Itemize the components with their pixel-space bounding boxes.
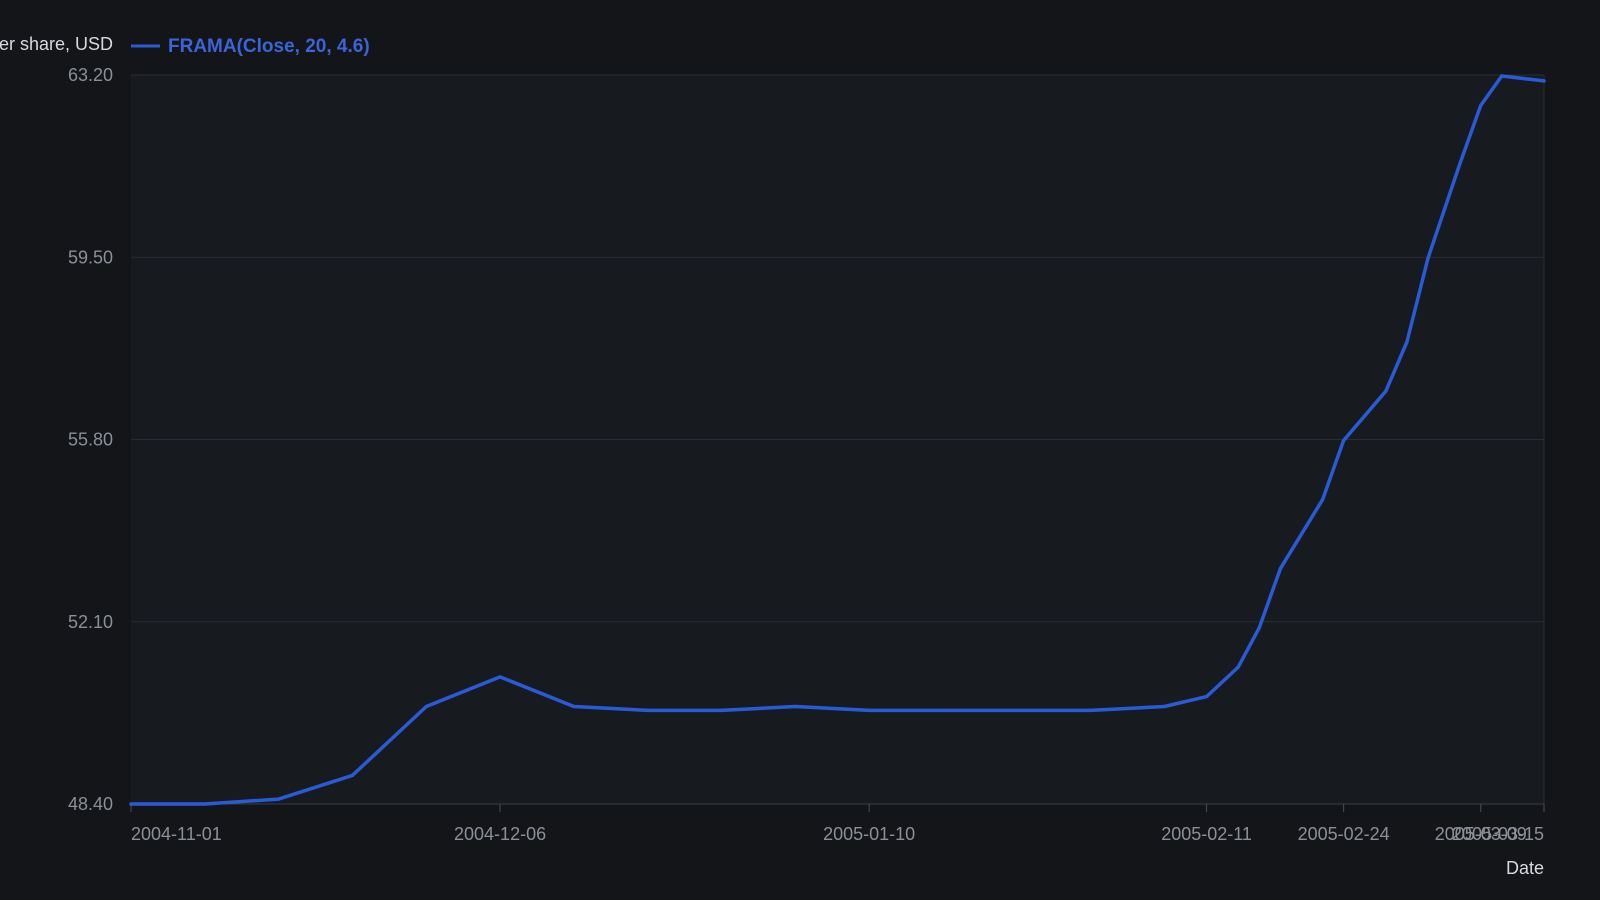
data-point [719, 708, 724, 713]
y-tick-label: 52.10 [68, 612, 113, 632]
data-point [1342, 438, 1346, 443]
data-point [1204, 695, 1209, 699]
data-point [203, 802, 207, 806]
data-point [1320, 497, 1325, 502]
y-tick-label: 48.40 [68, 794, 113, 814]
data-point [277, 797, 281, 801]
data-point [129, 802, 133, 806]
data-point [1278, 566, 1282, 571]
y-tick-label: 63.20 [68, 65, 113, 85]
x-tick-label: 2004-11-01 [131, 824, 222, 844]
data-point [1162, 704, 1166, 709]
data-point [1500, 74, 1504, 78]
data-point [793, 704, 797, 709]
data-point [572, 704, 576, 709]
data-point [350, 773, 355, 778]
data-point [1257, 626, 1261, 630]
data-point [1384, 389, 1388, 393]
data-point [941, 708, 945, 713]
x-axis-title: Date [1506, 858, 1544, 878]
x-tick-label: 2005-02-24 [1298, 824, 1390, 844]
data-point [867, 708, 871, 713]
frama-line-chart: 48.4052.1055.8059.5063.20 2004-11-01 2004… [0, 34, 1546, 878]
x-tick-label: 2004-12-06 [454, 824, 546, 844]
x-tick-label: 2005-03-15 [1452, 824, 1544, 844]
data-point [1479, 103, 1483, 108]
data-point [1458, 163, 1462, 167]
x-axis-ticks: 2004-11-01 2004-12-06 2005-01-10 2005-02-11… [130, 804, 1545, 844]
data-point [1426, 256, 1430, 260]
legend-label: FRAMA(Close, 20, 4.6) [168, 36, 370, 57]
data-point [1236, 665, 1240, 669]
x-tick-label: 2005-02-11 [1161, 824, 1252, 844]
data-point [498, 675, 502, 679]
y-axis-title: Price per share, USD [0, 34, 113, 54]
data-point [1015, 708, 1019, 713]
data-point [1088, 708, 1093, 713]
data-point [1542, 79, 1546, 83]
y-tick-label: 55.80 [68, 430, 113, 450]
x-tick-label: 2005-01-10 [823, 824, 915, 844]
y-axis-ticks: 48.40 52.10 55.80 59.50 63.20 [68, 65, 113, 814]
y-tick-label: 59.50 [68, 247, 113, 267]
data-point [1405, 340, 1409, 344]
data-point [646, 708, 650, 713]
data-point [424, 704, 428, 709]
